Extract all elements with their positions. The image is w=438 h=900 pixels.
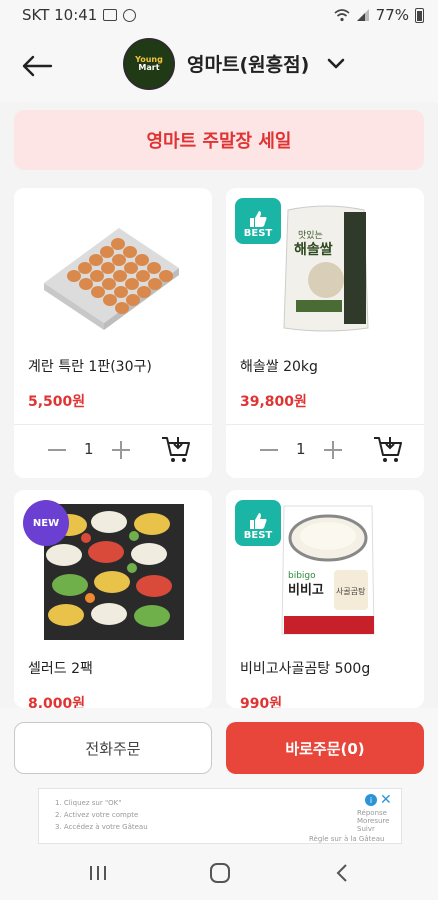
ad-banner[interactable]: 1. Cliquez sur "OK" 2. Activez votre com…	[38, 788, 402, 844]
product-price: 990원	[240, 696, 283, 708]
product-price: 8,000원	[28, 696, 86, 708]
sale-banner[interactable]: 영마트 주말장 세일	[14, 110, 424, 170]
chevron-down-icon[interactable]	[326, 54, 346, 74]
ad-line: Réponse	[357, 809, 387, 817]
soup-sub-text: 사골곰탕	[336, 586, 366, 596]
best-badge: BEST	[235, 198, 281, 244]
home-icon[interactable]	[206, 860, 234, 886]
action-bar: 전화주문 바로주문(0)	[0, 708, 438, 788]
battery-percent: 77%	[375, 6, 409, 24]
svg-text:맛있는: 맛있는	[298, 229, 323, 241]
wifi-icon	[334, 9, 350, 22]
status-bar: SKT 10:41 77%	[0, 0, 438, 30]
ad-footer: Règle sur à la Gâteau	[309, 835, 385, 843]
ad-line: Suivr	[357, 825, 375, 833]
ad-controls: i ✕	[365, 793, 397, 807]
status-right: 77%	[334, 6, 424, 24]
status-left: SKT 10:41	[22, 6, 137, 24]
ad-line: Moresure	[357, 817, 390, 825]
banner-text: 영마트 주말장 세일	[146, 131, 292, 152]
product-price: 5,500원	[28, 394, 86, 410]
product-card[interactable]: 맛있는 해솔쌀 BEST 해솔쌀 20kg 39,800원 1	[226, 188, 424, 478]
logo-text-bottom: Mart	[138, 63, 160, 72]
eggs-image	[44, 228, 179, 330]
back-button[interactable]	[18, 48, 56, 84]
product-price: 39,800원	[240, 394, 307, 410]
new-badge: NEW	[23, 500, 69, 546]
notification-icon	[123, 8, 137, 22]
arrow-left-icon	[22, 55, 53, 77]
battery-icon	[415, 7, 424, 23]
soup-name-text: 비비고	[288, 583, 324, 598]
system-nav-bar	[0, 846, 438, 900]
ad-area: 1. Cliquez sur "OK" 2. Activez votre com…	[0, 788, 438, 846]
thumbs-up-icon	[250, 211, 267, 227]
soup-brand-text: bibigo	[288, 571, 316, 581]
carrier-time: SKT 10:41	[22, 6, 98, 24]
ad-line: 1. Cliquez sur "OK"	[55, 799, 122, 807]
quantity-value: 1	[296, 440, 306, 458]
ad-line: 3. Accédez à votre Gâteau	[55, 823, 148, 831]
phone-order-button[interactable]: 전화주문	[14, 722, 212, 774]
minus-icon[interactable]	[46, 439, 68, 461]
quantity-stepper: 1	[14, 425, 212, 477]
gallery-icon	[103, 9, 118, 21]
product-name: 비비고사골곰탕 500g	[240, 661, 371, 677]
badge-label: BEST	[243, 530, 273, 541]
product-name: 계란 특란 1판(30구)	[28, 359, 152, 375]
product-name: 셀러드 2팩	[28, 661, 93, 677]
badge-label: BEST	[243, 228, 273, 239]
product-card[interactable]: bibigo 비비고 사골곰탕 BEST 비비고사골곰탕 500g 990원	[226, 490, 424, 708]
plus-icon[interactable]	[322, 439, 344, 461]
thumbs-up-icon	[250, 513, 267, 529]
recent-apps-icon[interactable]	[84, 860, 112, 886]
header: Young Mart 영마트(원흥점)	[0, 30, 438, 102]
badge-label: NEW	[32, 517, 60, 529]
store-logo: Young Mart	[123, 38, 175, 90]
store-name[interactable]: 영마트(원흥점)	[187, 50, 309, 77]
quantity-value: 1	[84, 440, 94, 458]
best-badge: BEST	[235, 500, 281, 546]
minus-icon[interactable]	[258, 439, 280, 461]
product-card[interactable]: NEW 셀러드 2팩 8,000원	[14, 490, 212, 708]
plus-icon[interactable]	[110, 439, 132, 461]
quantity-stepper: 1	[226, 425, 424, 477]
product-image-eggs	[14, 188, 212, 338]
ad-close-icon[interactable]: ✕	[380, 793, 392, 807]
add-to-cart-icon[interactable]	[160, 433, 192, 465]
product-name: 해솔쌀 20kg	[240, 359, 318, 375]
back-nav-icon[interactable]	[328, 860, 356, 886]
product-card[interactable]: 계란 특란 1판(30구) 5,500원 1	[14, 188, 212, 478]
signal-icon	[356, 9, 369, 21]
ad-info-icon[interactable]: i	[365, 794, 377, 806]
direct-order-button[interactable]: 바로주문(0)	[226, 722, 424, 774]
add-to-cart-icon[interactable]	[372, 433, 404, 465]
ad-line: 2. Activez votre compte	[55, 811, 139, 819]
rice-brand-text: 해솔쌀	[294, 241, 333, 258]
